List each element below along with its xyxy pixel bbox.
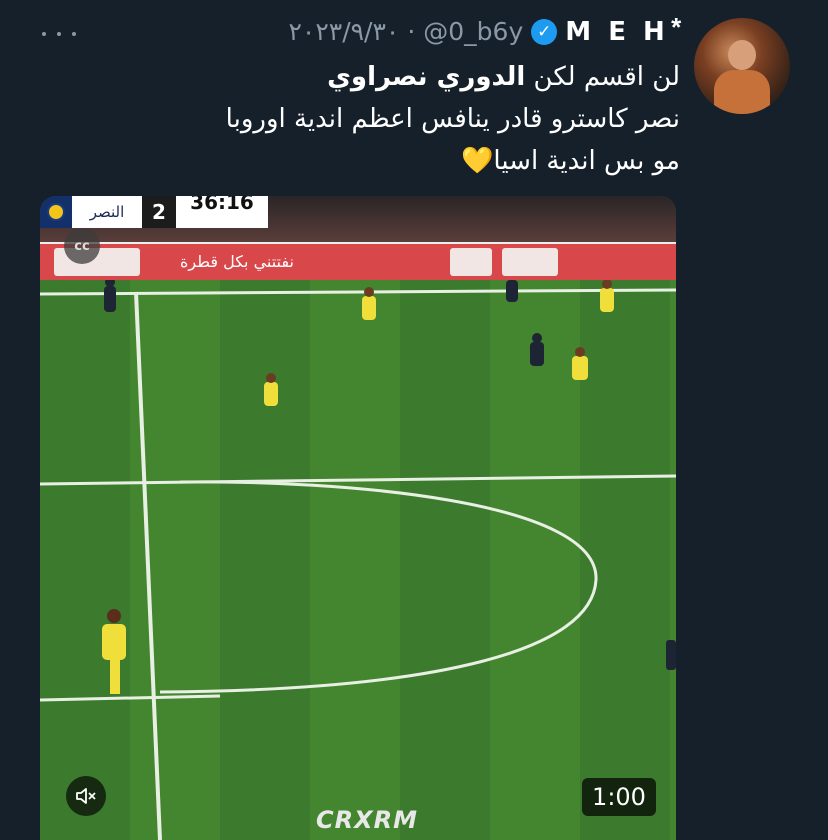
more-dot [72, 32, 76, 36]
tweet-text: لن اقسم لكن الدوري نصراوي نصر كاسترو قاد… [60, 56, 680, 182]
captions-button[interactable]: cc [64, 228, 100, 264]
watermark: CRXRM [316, 806, 418, 834]
display-name[interactable]: M E H ⃰ [565, 16, 680, 47]
more-dot [57, 32, 61, 36]
team-name: النصر [72, 196, 142, 228]
team-logo-icon [40, 196, 72, 228]
team-score: 2 [142, 196, 176, 228]
bold-phrase: الدوري نصراوي [327, 62, 526, 92]
yellow-heart-emoji: 💛 [461, 146, 494, 176]
tweet-date[interactable]: ٢٠٢٣/٩/٣٠ [288, 17, 399, 46]
captions-icon: cc [74, 238, 90, 254]
mute-button[interactable] [66, 776, 106, 816]
more-options-button[interactable] [42, 24, 76, 44]
ad-board: نفتتني بكل قطرة [40, 242, 676, 282]
football-pitch [40, 280, 676, 840]
tweet-line-2: نصر كاسترو قادر ينافس اعظم اندية اوروبا [225, 104, 680, 134]
avatar[interactable] [694, 18, 790, 114]
tweet-line-3: مو بس اندية اسيا💛 [461, 146, 680, 176]
video-duration: 1:00 [582, 778, 656, 816]
volume-mute-icon [76, 788, 96, 804]
video-player[interactable]: نفتتني بكل قطرة النصر 2 36:16 cc 1:00 CR… [40, 196, 676, 840]
separator: · [407, 17, 416, 46]
more-dot [42, 32, 46, 36]
player-dark [104, 280, 676, 670]
pitch-lines [40, 280, 676, 840]
tweet-line-1: لن اقسم لكن الدوري نصراوي [327, 62, 680, 92]
scoreboard: النصر 2 36:16 [40, 196, 268, 228]
user-handle[interactable]: @0_b6y [423, 17, 523, 46]
verified-badge-icon: ✓ [531, 18, 558, 45]
tweet-header: M E H ⃰ ✓ @0_b6y · ٢٠٢٣/٩/٣٠ [288, 16, 680, 47]
match-clock: 36:16 [176, 196, 268, 228]
